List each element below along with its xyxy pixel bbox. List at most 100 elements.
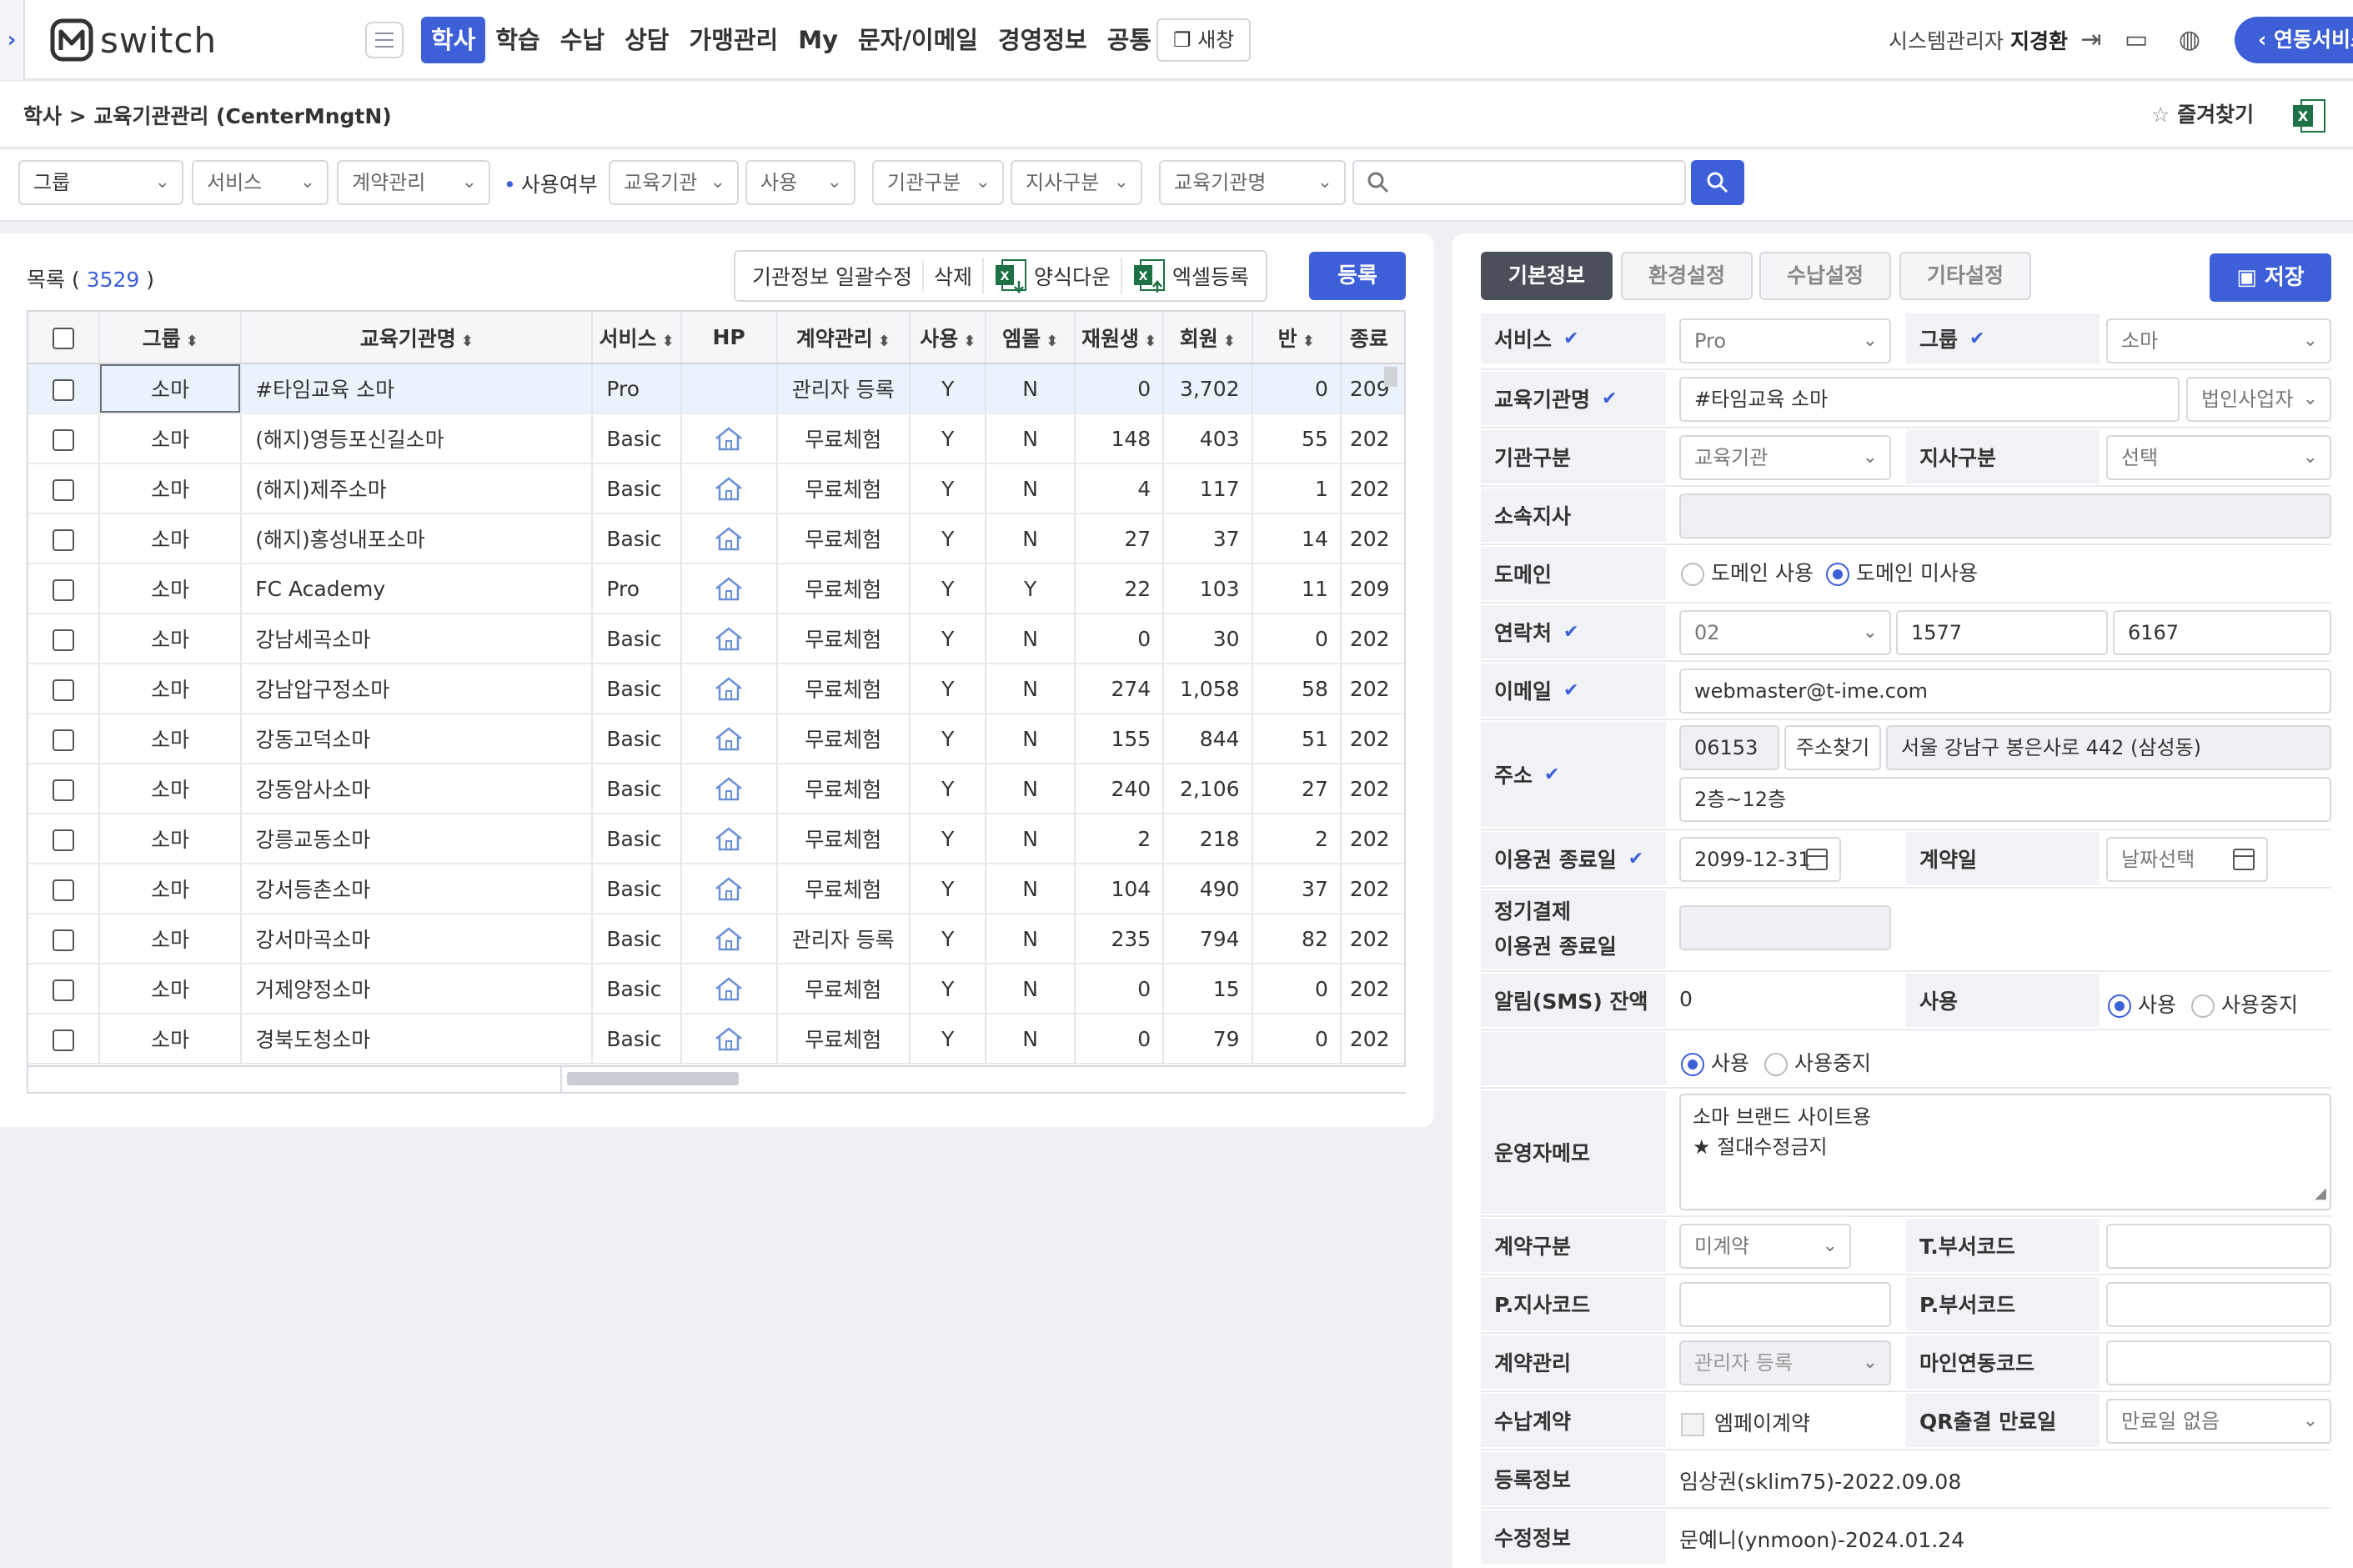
cell-hp[interactable] [680, 814, 778, 864]
menu-item-academic[interactable]: 학사 [421, 17, 486, 63]
phone-last-field[interactable]: 6167 [2113, 610, 2331, 655]
excel-export-icon[interactable]: X [2291, 97, 2326, 135]
menu-item-franchise[interactable]: 가맹관리 [680, 17, 789, 63]
row-checkbox[interactable] [53, 378, 75, 401]
col-header-name[interactable]: 교육기관명 ⬍ [241, 312, 594, 364]
row-checkbox-cell[interactable] [28, 714, 101, 764]
row-checkbox-cell[interactable] [28, 463, 101, 514]
homepage-icon[interactable] [713, 475, 745, 502]
homepage-icon[interactable] [713, 625, 745, 652]
select-all-header[interactable] [28, 312, 101, 364]
row-checkbox[interactable] [53, 679, 75, 701]
row-checkbox[interactable] [53, 979, 75, 1001]
expire-date-field[interactable]: 2099-12-31 [1679, 837, 1841, 882]
table-row[interactable]: 소마 강동암사소마 Basic 무료체험 Y N 240 2,106 27 202 [28, 764, 1404, 814]
homepage-icon[interactable] [713, 825, 745, 852]
col-header-contract[interactable]: 계약관리 ⬍ [776, 312, 911, 364]
row-checkbox-cell[interactable] [28, 864, 101, 914]
row-checkbox[interactable] [53, 1029, 75, 1051]
memo-textarea[interactable]: 소마 브랜드 사이트용 ★ 절대수정금지 ◢ [1679, 1094, 2331, 1210]
use2-on-radio[interactable]: 사용 [1681, 1047, 1749, 1077]
row-checkbox-cell[interactable] [28, 814, 101, 864]
menu-item-learning[interactable]: 학습 [485, 17, 549, 63]
menu-item-management[interactable]: 경영정보 [988, 17, 1097, 63]
search-button[interactable] [1691, 160, 1744, 205]
col-header-group[interactable]: 그룹 ⬍ [99, 312, 243, 364]
tab-basic-info[interactable]: 기본정보 [1481, 252, 1613, 300]
hamburger-menu-icon[interactable] [365, 22, 404, 58]
calendar-icon[interactable] [1806, 849, 1828, 870]
register-button[interactable]: 등록 [1309, 252, 1406, 300]
row-checkbox[interactable] [53, 779, 75, 801]
tab-payment-settings[interactable]: 수납설정 [1759, 252, 1891, 300]
p-dept-field[interactable] [2106, 1282, 2331, 1327]
table-row[interactable]: 소마 강남세곡소마 Basic 무료체험 Y N 0 30 0 202 [28, 614, 1404, 664]
table-row[interactable]: 소마 (해지)제주소마 Basic 무료체험 Y N 4 117 1 202 [28, 463, 1404, 514]
table-row[interactable]: 소마 강릉교동소마 Basic 무료체험 Y N 2 218 2 202 [28, 814, 1404, 864]
col-header-service[interactable]: 서비스 ⬍ [592, 312, 682, 364]
contract-date-field[interactable]: 날짜선택 [2106, 837, 2268, 882]
branch-type-field[interactable]: 선택 ⌄ [2106, 435, 2331, 480]
row-checkbox-cell[interactable] [28, 363, 101, 414]
cell-hp[interactable] [680, 714, 778, 764]
use-on-radio[interactable]: 사용 [2108, 989, 2176, 1019]
mine-code-field[interactable] [2106, 1340, 2331, 1385]
row-checkbox[interactable] [53, 729, 75, 751]
globe-icon[interactable]: ◍ [2173, 23, 2206, 57]
cell-hp[interactable] [680, 1014, 778, 1065]
col-header-members[interactable]: 회원 ⬍ [1163, 312, 1253, 364]
mpay-contract-checkbox[interactable]: 엠페이계약 [1681, 1407, 1810, 1437]
branch-type-select[interactable]: 지사구분 ⌄ [1011, 160, 1142, 205]
col-header-mall[interactable]: 엠몰 ⬍ [986, 312, 1076, 364]
row-checkbox-cell[interactable] [28, 664, 101, 714]
table-row[interactable]: 소마 (해지)홍성내포소마 Basic 무료체험 Y N 27 37 14 202 [28, 513, 1404, 564]
menu-item-common[interactable]: 공통 [1097, 17, 1161, 63]
homepage-icon[interactable] [713, 525, 745, 552]
table-row[interactable]: 소마 경북도청소마 Basic 무료체험 Y N 0 79 0 202 [28, 1014, 1404, 1065]
calendar-icon[interactable] [2233, 849, 2255, 870]
homepage-icon[interactable] [713, 925, 745, 952]
tab-env-settings[interactable]: 환경설정 [1621, 252, 1753, 300]
email-field[interactable]: webmaster@t-ime.com [1679, 669, 2331, 714]
col-header-students[interactable]: 재원생 ⬍ [1074, 312, 1165, 364]
menu-item-my[interactable]: My [788, 17, 848, 63]
address-search-button[interactable]: 주소찾기 [1784, 725, 1881, 770]
address-detail-field[interactable]: 2층~12층 [1679, 777, 2331, 822]
cell-hp[interactable] [680, 764, 778, 814]
row-checkbox-cell[interactable] [28, 614, 101, 664]
row-checkbox-cell[interactable] [28, 564, 101, 614]
homepage-icon[interactable] [713, 875, 745, 902]
save-button[interactable]: ▣ 저장 [2210, 253, 2331, 302]
row-checkbox-cell[interactable] [28, 964, 101, 1014]
row-checkbox-cell[interactable] [28, 513, 101, 564]
table-row[interactable]: 소마 강남압구정소마 Basic 무료체험 Y N 274 1,058 58 202 [28, 664, 1404, 714]
row-checkbox[interactable] [53, 579, 75, 601]
template-download-button[interactable]: X 양식다운 [981, 258, 1121, 294]
message-icon[interactable]: ▭ [2120, 23, 2153, 57]
row-checkbox-cell[interactable] [28, 413, 101, 464]
vertical-scroll-thumb[interactable] [1384, 367, 1397, 387]
table-row[interactable]: 소마 거제양정소마 Basic 무료체험 Y N 0 15 0 202 [28, 964, 1404, 1014]
col-header-end[interactable]: 종료 [1340, 312, 1404, 364]
inst-type-field[interactable]: 교육기관 ⌄ [1679, 435, 1891, 480]
menu-item-payment[interactable]: 수납 [550, 17, 615, 63]
service-select[interactable]: 서비스 ⌄ [192, 160, 329, 205]
homepage-icon[interactable] [713, 975, 745, 1002]
phone-middle-field[interactable]: 1577 [1896, 610, 2108, 655]
cell-hp[interactable] [680, 413, 778, 464]
cell-hp[interactable] [680, 614, 778, 664]
homepage-icon[interactable] [713, 675, 745, 702]
phone-prefix-select[interactable]: 02 ⌄ [1679, 610, 1891, 655]
table-row[interactable]: 소마 강서마곡소마 Basic 관리자 등록 Y N 235 794 82 202 [28, 914, 1404, 964]
link-service-button[interactable]: ‹ 연동서비스 [2235, 17, 2353, 63]
favorite-button[interactable]: ☆ 즐겨찾기 [2151, 98, 2254, 128]
homepage-icon[interactable] [713, 1025, 745, 1052]
org-name-field[interactable]: #타임교육 소마 [1679, 377, 2180, 422]
org-name-select[interactable]: 교육기관명 ⌄ [1159, 160, 1346, 205]
qr-expire-select[interactable]: 만료일 없음 ⌄ [2106, 1399, 2331, 1444]
app-logo[interactable]: switch [50, 15, 217, 65]
logout-icon[interactable]: ⇥ [2075, 23, 2108, 57]
excel-upload-button[interactable]: X 엑셀등록 [1120, 258, 1259, 294]
contract-type-select[interactable]: 미계약 ⌄ [1679, 1224, 1851, 1269]
usage-select[interactable]: 사용 ⌄ [745, 160, 855, 205]
